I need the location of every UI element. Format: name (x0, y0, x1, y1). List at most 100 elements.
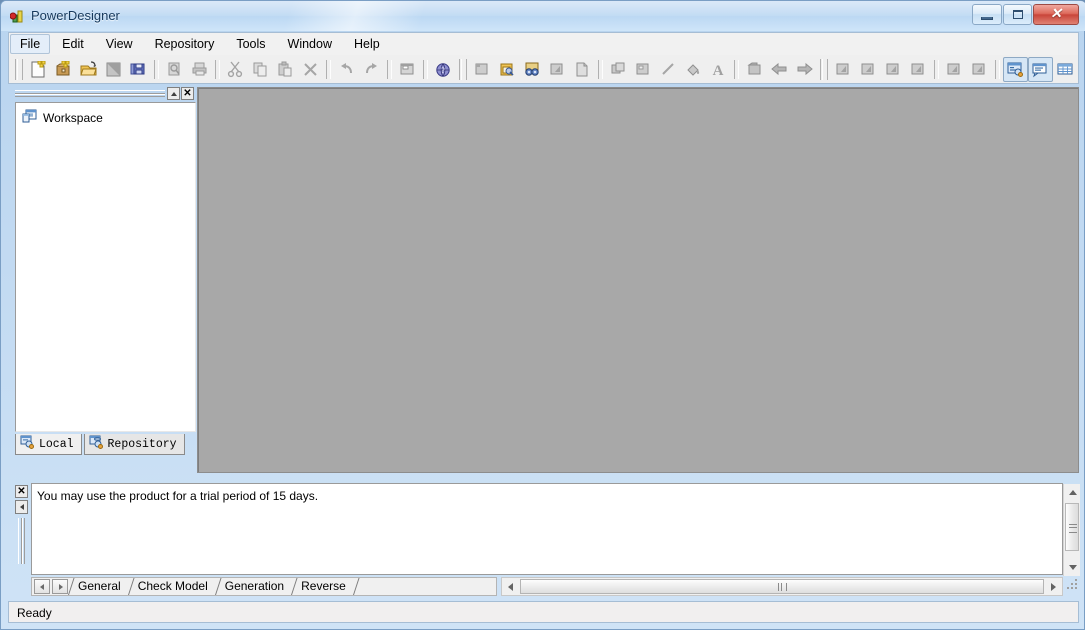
minimize-button[interactable] (972, 4, 1002, 25)
open-diagram-button[interactable] (495, 57, 520, 82)
output-close-button[interactable]: ✕ (15, 485, 28, 498)
zoom-button (545, 57, 570, 82)
tab-scroll-next-button[interactable] (52, 579, 68, 594)
properties-button (395, 57, 420, 82)
symbol-format-button (631, 57, 656, 82)
menu-item-window[interactable]: Window (278, 34, 342, 54)
scroll-down-button[interactable] (1064, 559, 1080, 576)
window-title: PowerDesigner (31, 7, 120, 25)
new-package-button[interactable] (51, 57, 76, 82)
menu-item-view[interactable]: View (96, 34, 143, 54)
group-symbols-button (606, 57, 631, 82)
output-panel: ✕ You may use the product for a trial pe… (15, 483, 1079, 597)
undo-button (334, 57, 359, 82)
tab-check-model[interactable]: Check Model (128, 578, 215, 595)
save-model-button (101, 57, 126, 82)
fill-tool-button (681, 57, 706, 82)
svg-text:?: ? (441, 66, 445, 75)
status-bar: Ready (8, 601, 1079, 623)
tab-reverse[interactable]: Reverse (291, 578, 353, 595)
browser-collapse-button[interactable] (167, 87, 180, 100)
toggle-output-button[interactable] (1028, 57, 1053, 82)
align-center-button (856, 57, 881, 82)
chevron-down-icon (1069, 565, 1077, 570)
workspace-icon (22, 109, 37, 127)
tab-repository-label: Repository (108, 438, 177, 451)
browser-tab-strip: Local Repository (15, 433, 196, 455)
maximize-button[interactable] (1003, 4, 1032, 25)
local-workspace-icon (20, 435, 35, 454)
mdi-client-area[interactable] (197, 87, 1079, 473)
tab-generation[interactable]: Generation (215, 578, 291, 595)
redo-button (359, 57, 384, 82)
same-width-button (942, 57, 967, 82)
toolbar-separator (934, 60, 939, 79)
find-object-button[interactable] (520, 57, 545, 82)
align-right-button (881, 57, 906, 82)
chevron-left-icon (40, 584, 44, 590)
scroll-left-button[interactable] (502, 578, 519, 595)
output-vertical-scrollbar[interactable] (1063, 484, 1080, 576)
chevron-left-icon (508, 583, 513, 591)
menu-item-tools[interactable]: Tools (226, 34, 275, 54)
toolbar-separator (734, 60, 739, 79)
powerdesigner-app-icon (10, 9, 26, 24)
print-preview-button (162, 57, 187, 82)
toolbar-separator (215, 60, 220, 79)
chevron-up-icon (1069, 490, 1077, 495)
align-top-button (906, 57, 931, 82)
maximize-icon (1004, 5, 1031, 24)
menu-item-repository[interactable]: Repository (145, 34, 225, 54)
toolbar-separator (423, 60, 428, 79)
application-window: PowerDesigner ✕ File Edit View Repositor… (0, 0, 1085, 630)
toggle-result-list-button[interactable] (1053, 57, 1078, 82)
scroll-right-button[interactable] (1045, 578, 1062, 595)
line-tool-button (656, 57, 681, 82)
toolbar-gripper[interactable] (820, 59, 828, 80)
browser-close-button[interactable]: ✕ (181, 87, 194, 100)
toolbar-separator (154, 60, 159, 79)
tab-scroll-prev-button[interactable] (34, 579, 50, 594)
same-height-button (967, 57, 992, 82)
open-model-button[interactable] (76, 57, 101, 82)
align-left-button (831, 57, 856, 82)
browser-tree[interactable]: Workspace (15, 102, 196, 432)
toolbar-separator (995, 60, 1000, 79)
menu-item-help[interactable]: Help (344, 34, 390, 54)
toolbar-gripper[interactable] (15, 59, 23, 80)
toolbar-separator (387, 60, 392, 79)
scroll-up-button[interactable] (1064, 484, 1080, 501)
tree-item-label: Workspace (43, 111, 103, 125)
paste-button (273, 57, 298, 82)
grip-lines-icon (778, 583, 787, 591)
tab-repository[interactable]: Repository (84, 434, 185, 455)
browser-panel-header: ✕ (15, 87, 196, 101)
save-all-button[interactable] (126, 57, 151, 82)
menu-item-edit[interactable]: Edit (52, 34, 94, 54)
menu-item-file[interactable]: File (10, 34, 50, 54)
horizontal-scroll-thumb[interactable] (520, 579, 1044, 594)
vertical-scroll-thumb[interactable] (1065, 503, 1079, 551)
help-button[interactable]: ? (431, 57, 456, 82)
toggle-browser-button[interactable] (1003, 57, 1028, 82)
tab-strip-end (353, 578, 365, 595)
browser-drag-gripper[interactable] (15, 90, 165, 97)
output-collapse-button[interactable] (15, 500, 28, 514)
browser-panel: ✕ Workspace (15, 87, 196, 473)
output-horizontal-scrollbar[interactable] (501, 577, 1063, 596)
tab-general[interactable]: General (68, 578, 128, 595)
note-button (742, 57, 767, 82)
tab-local[interactable]: Local (15, 434, 82, 455)
repository-icon (89, 435, 104, 454)
close-button[interactable]: ✕ (1033, 4, 1079, 25)
status-message: Ready (17, 606, 52, 620)
toolbar-separator (326, 60, 331, 79)
new-diagram-button (470, 57, 495, 82)
page-setup-button (570, 57, 595, 82)
new-model-button[interactable] (26, 57, 51, 82)
tree-item-workspace[interactable]: Workspace (22, 109, 103, 127)
resize-grip[interactable] (1067, 579, 1079, 591)
toolbar-gripper[interactable] (459, 59, 467, 80)
output-drag-gripper[interactable] (18, 518, 25, 564)
output-text-area[interactable]: You may use the product for a trial peri… (31, 483, 1063, 575)
